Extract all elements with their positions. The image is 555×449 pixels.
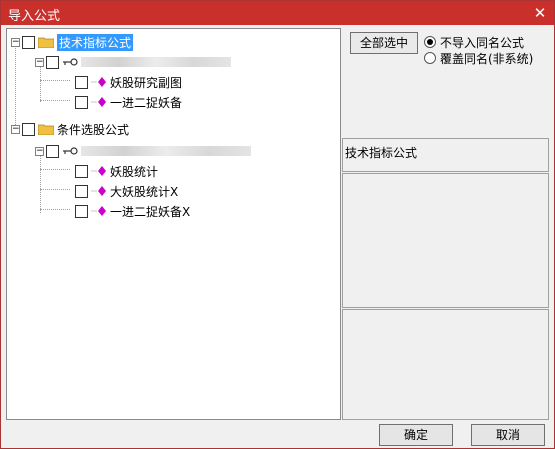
tree-item[interactable]: 妖股统计 (75, 162, 158, 180)
item-checkbox[interactable] (75, 184, 88, 198)
item-checkbox[interactable] (75, 164, 88, 178)
window-title: 导入公式 (8, 9, 61, 24)
expander-icon[interactable]: − (35, 146, 44, 156)
import-formula-dialog: 导入公式 ✕ − 技术指标公式 − 妖股研究副图 一进二捉妖备 − 条件选股公式… (0, 0, 555, 449)
tree-item[interactable]: 大妖股统计X (75, 182, 178, 200)
formula-icon (91, 97, 106, 107)
radio-overwrite[interactable]: 覆盖同名(非系统) (424, 50, 533, 66)
group-label[interactable]: 条件选股公式 (57, 121, 129, 138)
radio-label[interactable]: 覆盖同名(非系统) (440, 50, 533, 67)
item-checkbox[interactable] (75, 95, 88, 109)
formula-icon (91, 166, 106, 176)
options-panel: 全部选中 不导入同名公式 覆盖同名(非系统) (342, 28, 549, 138)
tree-subgroup[interactable]: − (35, 142, 251, 160)
item-label[interactable]: 妖股统计 (110, 163, 158, 180)
subgroup-checkbox[interactable] (46, 55, 59, 69)
radio-button[interactable] (424, 52, 436, 64)
item-label[interactable]: 一进二捉妖备 (110, 94, 182, 111)
expander-icon[interactable]: − (11, 124, 20, 134)
radio-label[interactable]: 不导入同名公式 (440, 34, 524, 51)
tree-item[interactable]: 一进二捉妖备 (75, 93, 182, 111)
formula-preview-area (342, 173, 549, 308)
item-label[interactable]: 妖股研究副图 (110, 74, 182, 91)
item-checkbox[interactable] (75, 75, 88, 89)
radio-button[interactable] (424, 36, 436, 48)
formula-detail-area (342, 309, 549, 420)
formula-type-box: 技术指标公式 (342, 138, 549, 172)
item-checkbox[interactable] (75, 204, 88, 218)
close-icon[interactable]: ✕ (530, 3, 550, 23)
redacted-label (81, 146, 251, 156)
title-bar[interactable]: 导入公式 ✕ (1, 1, 554, 25)
expander-icon[interactable]: − (35, 57, 44, 67)
item-label[interactable]: 大妖股统计X (110, 183, 178, 200)
radio-no-import[interactable]: 不导入同名公式 (424, 34, 524, 50)
tree-group-screener[interactable]: − 条件选股公式 (11, 120, 129, 138)
group-checkbox[interactable] (22, 122, 35, 136)
cancel-button[interactable]: 取消 (471, 424, 545, 446)
formula-icon (91, 77, 106, 87)
tree-subgroup[interactable]: − (35, 53, 231, 71)
formula-type-label: 技术指标公式 (345, 146, 418, 160)
tree-item[interactable]: 一进二捉妖备X (75, 202, 190, 220)
key-icon (63, 58, 78, 66)
expander-icon[interactable]: − (11, 37, 20, 47)
subgroup-checkbox[interactable] (46, 144, 59, 158)
formula-icon (91, 186, 106, 196)
tree-item[interactable]: 妖股研究副图 (75, 73, 182, 91)
folder-icon (38, 124, 54, 135)
redacted-label (81, 57, 231, 67)
ok-button[interactable]: 确定 (379, 424, 453, 446)
folder-icon (38, 37, 54, 48)
group-label[interactable]: 技术指标公式 (57, 33, 134, 51)
item-label[interactable]: 一进二捉妖备X (110, 203, 190, 220)
key-icon (63, 147, 78, 155)
tree-group-technical[interactable]: − 技术指标公式 (11, 33, 134, 51)
formula-tree[interactable]: − 技术指标公式 − 妖股研究副图 一进二捉妖备 − 条件选股公式 − 妖股统计… (6, 28, 341, 420)
select-all-button[interactable]: 全部选中 (350, 32, 418, 54)
group-checkbox[interactable] (22, 35, 35, 49)
formula-icon (91, 206, 106, 216)
